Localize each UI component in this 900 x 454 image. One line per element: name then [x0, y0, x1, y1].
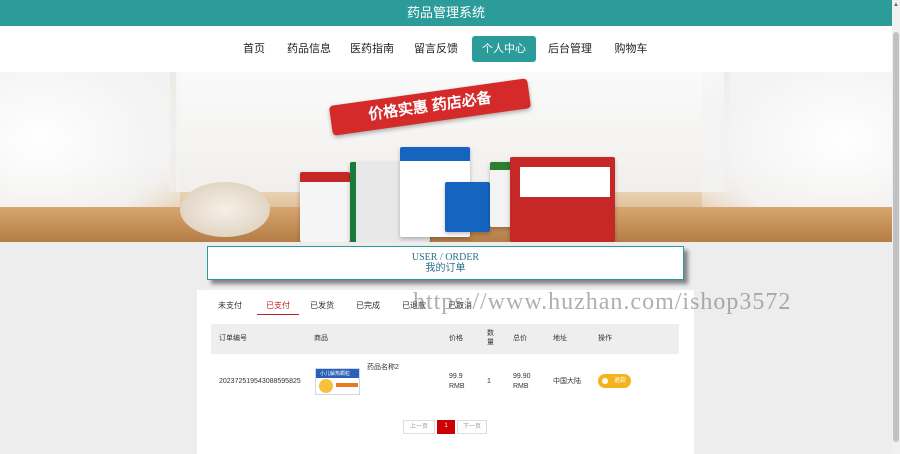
- th-address: 地址: [553, 335, 567, 342]
- product-thumbnail-band: 小儿解热颗粒: [316, 369, 359, 378]
- address: 中国大陆: [553, 378, 581, 385]
- product-name[interactable]: 药品名称2: [367, 363, 399, 372]
- th-action: 操作: [598, 335, 612, 342]
- table-header: 订单编号 商品 价格 数量 总价 地址 操作: [211, 324, 679, 354]
- price-value: 99.9: [449, 373, 463, 380]
- order-title-cn: 我的订单: [425, 263, 466, 274]
- nav-cart[interactable]: 购物车: [611, 36, 651, 62]
- medicine-box-label: [520, 167, 610, 197]
- quantity: 1: [487, 378, 491, 385]
- nav-admin[interactable]: 后台管理: [547, 36, 593, 62]
- medicine-box: [445, 182, 490, 232]
- tab-shipped[interactable]: 已发货: [303, 297, 341, 315]
- pagination-current[interactable]: 1: [437, 420, 455, 434]
- pagination-next[interactable]: 下一页: [457, 420, 487, 434]
- refund-button[interactable]: 退款: [598, 374, 631, 388]
- medicine-box: [300, 172, 350, 242]
- app-header: 药品管理系统: [0, 0, 892, 26]
- order-section-title: USER / ORDER 我的订单: [207, 246, 684, 280]
- total-unit: RMB: [513, 383, 529, 390]
- pagination-prev[interactable]: 上一页: [403, 420, 435, 434]
- tab-unpaid[interactable]: 未支付: [211, 297, 249, 315]
- product-thumbnail[interactable]: 小儿解热颗粒: [315, 368, 360, 395]
- refund-label: 退款: [613, 378, 626, 384]
- product-thumbnail-mascot: [319, 379, 333, 393]
- banner-bowl: [180, 182, 270, 237]
- scroll-up-arrow-icon[interactable]: ▲: [892, 0, 900, 10]
- order-number: 2023725195430885958​25: [219, 378, 301, 385]
- th-price: 价格: [449, 335, 463, 342]
- watermark: https://www.huzhan.com/ishop3572: [413, 289, 792, 315]
- scrollbar-thumb[interactable]: [893, 32, 899, 442]
- tab-completed[interactable]: 已完成: [349, 297, 387, 315]
- main-nav: 首页 药品信息 医药指南 留言反馈 个人中心 后台管理 购物车: [0, 26, 892, 72]
- product-thumbnail-text: 小儿解热颗粒: [320, 371, 351, 377]
- order-title-en: USER / ORDER: [411, 252, 480, 263]
- th-order-no: 订单编号: [219, 335, 247, 342]
- refund-icon: [602, 378, 608, 384]
- nav-drug-info[interactable]: 药品信息: [286, 36, 332, 62]
- nav-home[interactable]: 首页: [237, 36, 271, 62]
- app-title: 药品管理系统: [406, 5, 485, 20]
- nav-personal-center[interactable]: 个人中心: [472, 36, 536, 62]
- th-total: 总价: [513, 335, 527, 342]
- nav-medical-guide[interactable]: 医药指南: [349, 36, 395, 62]
- nav-feedback[interactable]: 留言反馈: [413, 36, 459, 62]
- product-thumbnail-stripe: [336, 383, 358, 387]
- tab-paid[interactable]: 已支付: [257, 297, 299, 315]
- promo-banner: 价格实惠 药店必备: [0, 72, 892, 242]
- price-unit: RMB: [449, 383, 465, 390]
- th-qty: 数量: [487, 330, 494, 346]
- total-value: 99.90: [513, 373, 531, 380]
- th-product: 商品: [314, 335, 328, 342]
- page-scrollbar[interactable]: ▲: [892, 0, 900, 454]
